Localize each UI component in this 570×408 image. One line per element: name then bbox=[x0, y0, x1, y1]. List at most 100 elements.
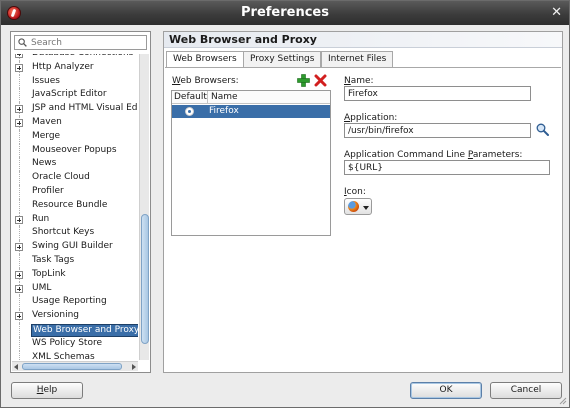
expand-icon[interactable] bbox=[15, 105, 23, 114]
tree-item[interactable]: Http Analyzer bbox=[12, 60, 138, 75]
tree-item-label: News bbox=[32, 158, 57, 169]
title-bar[interactable]: Preferences ✕ bbox=[1, 1, 569, 25]
application-label: Application: bbox=[344, 113, 398, 123]
tree-guide-line bbox=[19, 253, 20, 268]
tree-guide-line bbox=[19, 129, 20, 144]
tree-item[interactable]: Issues bbox=[12, 74, 138, 89]
expand-icon[interactable] bbox=[15, 54, 23, 58]
tree-item-label: Database Connections bbox=[31, 54, 134, 61]
tree-guide-line bbox=[19, 88, 20, 103]
page-title: Web Browser and Proxy bbox=[169, 33, 317, 46]
tree-item[interactable]: Oracle Cloud bbox=[12, 171, 138, 185]
expand-icon[interactable] bbox=[15, 243, 23, 252]
browsers-table: Default Name Firefox bbox=[171, 90, 331, 236]
column-header-default[interactable]: Default bbox=[174, 92, 207, 102]
tree-item[interactable]: Task Tags bbox=[12, 253, 138, 268]
tree-item[interactable]: Swing GUI Builder bbox=[12, 240, 138, 254]
tree-item-label: Issues bbox=[32, 75, 60, 86]
tree-guide-line bbox=[19, 184, 20, 199]
vertical-scroll-thumb[interactable] bbox=[141, 214, 149, 344]
ok-button[interactable]: OK bbox=[410, 382, 482, 399]
tree-item[interactable]: WS Policy Store bbox=[12, 336, 138, 351]
tab-proxy-settings[interactable]: Proxy Settings bbox=[243, 51, 322, 67]
tree-item[interactable]: Versioning bbox=[12, 309, 138, 323]
horizontal-scrollbar[interactable] bbox=[12, 361, 138, 371]
tree-item[interactable]: JSP and HTML Visual Edit bbox=[12, 102, 138, 116]
table-header: Default Name bbox=[172, 91, 330, 104]
tree-item-label: Maven bbox=[32, 116, 62, 127]
tree-item[interactable]: Merge bbox=[12, 129, 138, 144]
column-header-name[interactable]: Name bbox=[211, 92, 238, 102]
tree-item[interactable]: Database Connections bbox=[12, 54, 138, 61]
tree-item-label: Run bbox=[32, 213, 50, 224]
tree-item-label: Web Browser and Proxy bbox=[31, 323, 138, 337]
panel-header: Web Browser and Proxy bbox=[164, 32, 562, 48]
tree-item[interactable]: JavaScript Editor bbox=[12, 88, 138, 103]
chevron-down-icon bbox=[363, 206, 369, 210]
tree-guide-line bbox=[19, 350, 20, 360]
scroll-left-arrow-icon[interactable] bbox=[14, 364, 18, 370]
scroll-right-arrow-icon[interactable] bbox=[132, 364, 136, 370]
settings-panel: Web Browser and Proxy Web Browsers Proxy… bbox=[163, 31, 563, 373]
tree-item[interactable]: Mouseover Popups bbox=[12, 143, 138, 158]
tree-item-label: Http Analyzer bbox=[32, 61, 94, 72]
column-divider[interactable] bbox=[207, 91, 208, 104]
delete-icon[interactable] bbox=[314, 74, 327, 87]
expand-icon[interactable] bbox=[15, 63, 23, 72]
expand-icon[interactable] bbox=[15, 270, 23, 279]
close-button[interactable]: ✕ bbox=[551, 5, 562, 20]
tab-web-browsers[interactable]: Web Browsers bbox=[166, 51, 244, 68]
search-input[interactable] bbox=[31, 37, 143, 49]
tree-item[interactable]: Usage Reporting bbox=[12, 295, 138, 310]
tree-guide-line bbox=[19, 295, 20, 310]
tree-item[interactable]: Run bbox=[12, 212, 138, 227]
tree-item[interactable]: Resource Bundle bbox=[12, 198, 138, 213]
expand-icon[interactable] bbox=[15, 312, 23, 321]
tree-item-label: Profiler bbox=[32, 185, 64, 196]
tree-item[interactable]: Shortcut Keys bbox=[12, 226, 138, 241]
tree-item-label: TopLink bbox=[32, 268, 66, 279]
tree-guide-line bbox=[19, 198, 20, 213]
web-browsers-label: Web Browsers: bbox=[172, 76, 239, 86]
cancel-button[interactable]: Cancel bbox=[490, 382, 562, 399]
default-radio[interactable] bbox=[185, 107, 194, 116]
tree-item-label: XML Schemas bbox=[32, 351, 95, 360]
expand-icon[interactable] bbox=[15, 284, 23, 293]
tree-item-label: JSP and HTML Visual Edit bbox=[32, 103, 138, 114]
tree-item-label: Task Tags bbox=[32, 254, 75, 265]
tree-item-label: Resource Bundle bbox=[32, 199, 108, 210]
expand-icon[interactable] bbox=[15, 215, 23, 224]
tree-item[interactable]: TopLink bbox=[12, 267, 138, 282]
tree-item[interactable]: XML Schemas bbox=[12, 350, 138, 360]
table-row[interactable]: Firefox bbox=[172, 105, 330, 118]
add-icon[interactable] bbox=[297, 74, 310, 87]
application-field[interactable] bbox=[344, 123, 531, 138]
tree-item[interactable]: Web Browser and Proxy bbox=[12, 322, 138, 337]
tree-item[interactable]: Maven bbox=[12, 115, 138, 130]
tree-item-label: Swing GUI Builder bbox=[32, 241, 113, 252]
tree-item[interactable]: UML bbox=[12, 281, 138, 296]
horizontal-scroll-thumb[interactable] bbox=[22, 363, 122, 370]
icon-dropdown[interactable] bbox=[344, 198, 372, 215]
tree-guide-line bbox=[19, 74, 20, 89]
tree-item[interactable]: News bbox=[12, 157, 138, 172]
browse-search-icon[interactable] bbox=[536, 123, 549, 136]
tree-item-label: Merge bbox=[32, 130, 61, 141]
tree-guide-line bbox=[19, 336, 20, 351]
search-box[interactable] bbox=[14, 35, 147, 50]
firefox-icon bbox=[348, 201, 359, 212]
expand-icon[interactable] bbox=[15, 118, 23, 127]
tab-internet-files[interactable]: Internet Files bbox=[321, 51, 394, 67]
resize-grip-icon[interactable] bbox=[559, 397, 567, 405]
tree-item-label: WS Policy Store bbox=[32, 337, 103, 348]
name-field[interactable] bbox=[344, 86, 531, 101]
help-button[interactable]: Help bbox=[11, 382, 83, 399]
tree-item-label: Versioning bbox=[32, 310, 80, 321]
category-tree: Database ConnectionsHttp Analyzer Issues J… bbox=[12, 54, 138, 360]
tree-item[interactable]: Profiler bbox=[12, 184, 138, 199]
tree-guide-line bbox=[19, 143, 20, 158]
params-field[interactable] bbox=[344, 160, 550, 175]
tree-item-label: Shortcut Keys bbox=[32, 227, 95, 238]
vertical-scrollbar[interactable] bbox=[139, 54, 149, 360]
search-icon bbox=[18, 38, 27, 47]
